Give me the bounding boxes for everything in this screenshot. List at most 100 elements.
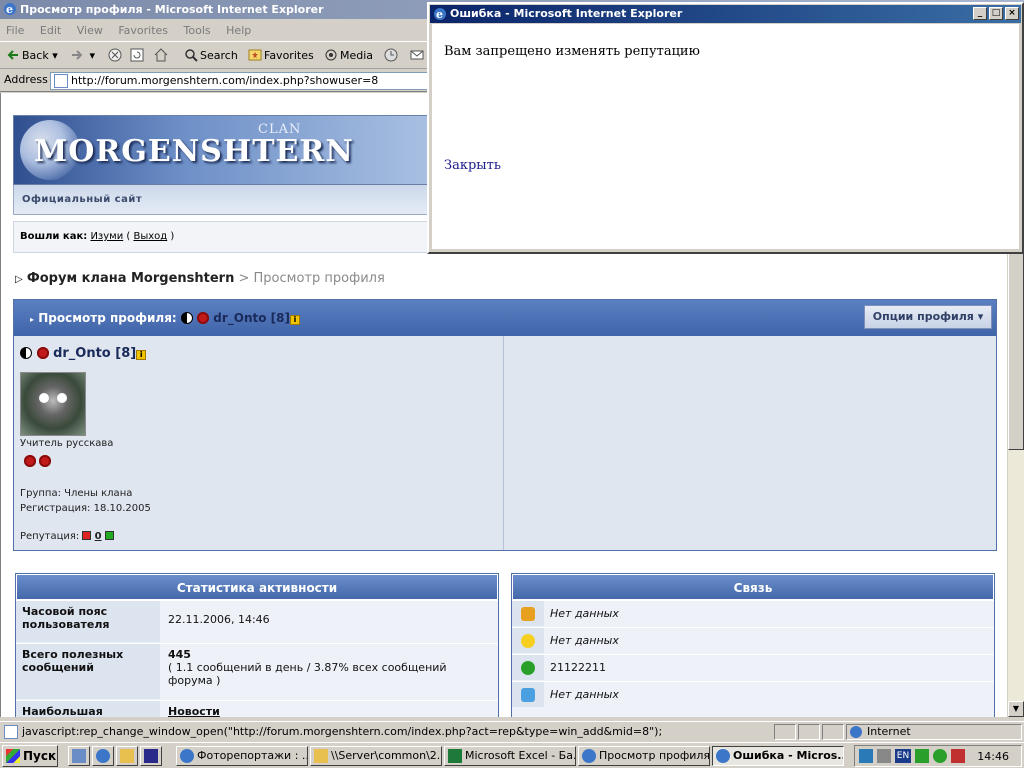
yahoo-icon <box>521 634 535 648</box>
ie-icon <box>180 749 194 763</box>
history-button[interactable] <box>384 47 400 65</box>
menu-favorites[interactable]: Favorites <box>112 20 174 37</box>
ie-icon <box>582 749 596 763</box>
page-icon <box>4 725 18 739</box>
menu-view[interactable]: View <box>71 20 109 37</box>
windows-logo-icon <box>6 749 20 763</box>
quicklaunch-ie-icon[interactable] <box>92 746 114 766</box>
error-popup-window: e Ошибка - Microsoft Internet Explorer _… <box>427 2 1024 254</box>
popup-titlebar[interactable]: e Ошибка - Microsoft Internet Explorer _… <box>430 5 1021 23</box>
profile-name-row: dr_Onto [8] i <box>20 346 147 361</box>
site-banner[interactable]: CLAN MORGENSHTERN <box>13 115 433 185</box>
logout-link[interactable]: Выход <box>133 231 167 242</box>
taskbar-item[interactable]: \\Server\common\2... <box>310 746 442 766</box>
stats-key: Часовой пояс пользователя <box>16 601 160 642</box>
contact-row: 21122211 <box>512 654 994 680</box>
stop-icon <box>108 48 122 62</box>
profile-options-button[interactable]: Опции профиля ▾ <box>864 305 992 329</box>
breadcrumb-forum-link[interactable]: Форум клана Morgenshtern <box>27 271 235 286</box>
breadcrumb-current: Просмотр профиля <box>253 271 385 286</box>
start-button[interactable]: Пуск <box>2 745 58 767</box>
taskbar: Пуск Фоторепортажи : ... \\Server\common… <box>0 742 1024 768</box>
media-icon <box>324 48 338 62</box>
home-icon <box>154 48 168 62</box>
menu-edit[interactable]: Edit <box>34 20 67 37</box>
minimize-icon[interactable]: _ <box>973 7 987 20</box>
stats-row: Наибольшая Новости <box>16 700 498 717</box>
forward-button[interactable]: ▾ <box>70 47 95 65</box>
favorites-icon <box>248 48 262 62</box>
favorites-button[interactable]: Favorites <box>248 47 314 65</box>
media-button[interactable]: Media <box>324 47 373 65</box>
yinyang-icon <box>180 312 193 324</box>
taskbar-item[interactable]: Фоторепортажи : ... <box>176 746 308 766</box>
back-arrow-icon <box>6 48 20 62</box>
popup-title: Ошибка - Microsoft Internet Explorer <box>450 7 683 20</box>
stats-news-link[interactable]: Новости <box>168 705 220 717</box>
icq-icon <box>521 661 535 675</box>
red-gear-icon <box>197 312 210 324</box>
close-icon[interactable]: × <box>1005 7 1019 20</box>
forward-arrow-icon <box>70 48 84 62</box>
mail-icon <box>410 48 424 62</box>
refresh-icon <box>130 48 144 62</box>
contact-value: Нет данных <box>550 607 619 620</box>
menu-file[interactable]: File <box>0 20 30 37</box>
user-registered: Регистрация: 18.10.2005 <box>20 503 151 514</box>
tray-app-icon[interactable] <box>915 749 929 763</box>
error-message: Вам запрещено изменять репутацию <box>444 44 700 59</box>
avatar <box>20 372 86 436</box>
taskbar-item[interactable]: Просмотр профиля... <box>578 746 710 766</box>
login-user-link[interactable]: Изуми <box>90 231 123 242</box>
reputation-value[interactable]: 0 <box>95 531 102 542</box>
back-button[interactable]: Back ▾ <box>6 47 58 65</box>
quicklaunch-save-icon[interactable] <box>140 746 162 766</box>
msn-icon <box>521 688 535 702</box>
maximize-icon[interactable]: □ <box>989 7 1003 20</box>
reputation-plus-icon[interactable] <box>104 531 114 540</box>
quicklaunch-desktop-icon[interactable] <box>68 746 90 766</box>
ie-icon: e <box>3 2 17 16</box>
info-icon[interactable]: i <box>290 315 300 325</box>
stats-title: Статистика активности <box>16 574 498 600</box>
contact-value: Нет данных <box>550 688 619 701</box>
address-input[interactable]: http://forum.morgenshtern.com/index.php?… <box>50 72 430 90</box>
system-tray: EN 14:46 <box>854 745 1022 767</box>
svg-text:e: e <box>6 3 13 16</box>
ie-icon: e <box>433 7 447 21</box>
menu-help[interactable]: Help <box>220 20 257 37</box>
site-logo: MORGENSHTERN <box>34 134 354 169</box>
menu-tools[interactable]: Tools <box>178 20 217 37</box>
profile-header: ▸ Просмотр профиля: dr_Onto [8] i Опции п… <box>14 300 996 336</box>
quicklaunch-outlook-icon[interactable] <box>116 746 138 766</box>
tray-app-icon[interactable] <box>951 749 965 763</box>
stats-row: Часовой пояс пользователя 22.11.2006, 14… <box>16 600 498 642</box>
rank-icons <box>24 455 52 468</box>
profile-username[interactable]: dr_Onto [8] <box>53 346 136 361</box>
profile-header-prefix: Просмотр профиля: <box>38 311 177 325</box>
stats-value: 445 ( 1.1 сообщений в день / 3.87% всех … <box>162 644 498 699</box>
stop-button[interactable] <box>108 47 124 65</box>
taskbar-item-active[interactable]: Ошибка - Micros... <box>712 746 844 766</box>
scroll-down-icon[interactable]: ▼ <box>1008 701 1024 717</box>
contact-title: Связь <box>512 574 994 600</box>
mail-button[interactable] <box>410 47 426 65</box>
profile-header-username[interactable]: dr_Onto [8] <box>213 311 290 325</box>
stats-value: 22.11.2006, 14:46 <box>162 601 498 642</box>
taskbar-item[interactable]: Microsoft Excel - Ба... <box>444 746 576 766</box>
language-indicator[interactable]: EN <box>895 749 911 763</box>
profile-left-column: dr_Onto [8] i Учитель русскава Группа: Чл… <box>14 336 504 550</box>
network-icon[interactable] <box>859 749 873 763</box>
breadcrumb-separator: > <box>238 271 250 286</box>
volume-icon[interactable] <box>877 749 891 763</box>
contact-row: Нет данных <box>512 627 994 653</box>
icq-tray-icon[interactable] <box>933 749 947 763</box>
login-prefix: Вошли как: <box>20 231 88 242</box>
home-button[interactable] <box>154 47 170 65</box>
refresh-button[interactable] <box>130 47 146 65</box>
popup-close-link[interactable]: Закрыть <box>444 158 501 173</box>
search-button[interactable]: Search <box>184 47 238 65</box>
info-icon[interactable]: i <box>136 350 147 360</box>
svg-text:e: e <box>436 8 443 21</box>
reputation-minus-icon[interactable] <box>82 531 92 540</box>
